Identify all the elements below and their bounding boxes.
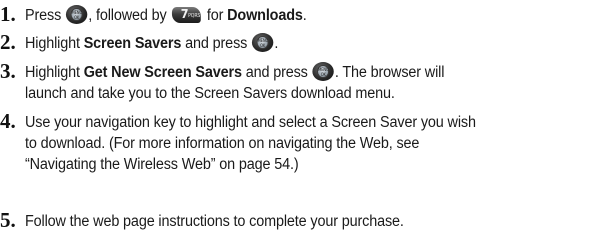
emphasis-downloads: Downloads <box>227 7 303 24</box>
step-number: 5. <box>0 208 16 232</box>
step-text: Follow the web page instructions to comp… <box>25 213 404 230</box>
menu-ok-key-icon: MENU OK <box>312 62 334 81</box>
step-number: 2. <box>0 30 16 54</box>
emphasis-get-new-screen-savers: Get New Screen Savers <box>83 64 242 81</box>
step-text: Use your navigation key to highlight and… <box>25 114 476 173</box>
key-7-pqrs-icon: 7 PQRS <box>172 7 202 23</box>
step-number: 4. <box>0 109 16 133</box>
step-number: 3. <box>0 59 16 83</box>
step-text: Highlight Get New Screen Savers and pres… <box>25 62 445 102</box>
menu-ok-key-icon: MENU OK <box>252 33 274 52</box>
step-text: Press MENU OK, followed by 7 PQRS for Down… <box>25 5 307 24</box>
menu-ok-key-icon: MENU OK <box>65 5 88 24</box>
emphasis-screen-savers: Screen Savers <box>83 35 182 52</box>
step-number: 1. <box>0 2 16 26</box>
step-text: Highlight Screen Savers and press MENU OK… <box>25 33 279 52</box>
